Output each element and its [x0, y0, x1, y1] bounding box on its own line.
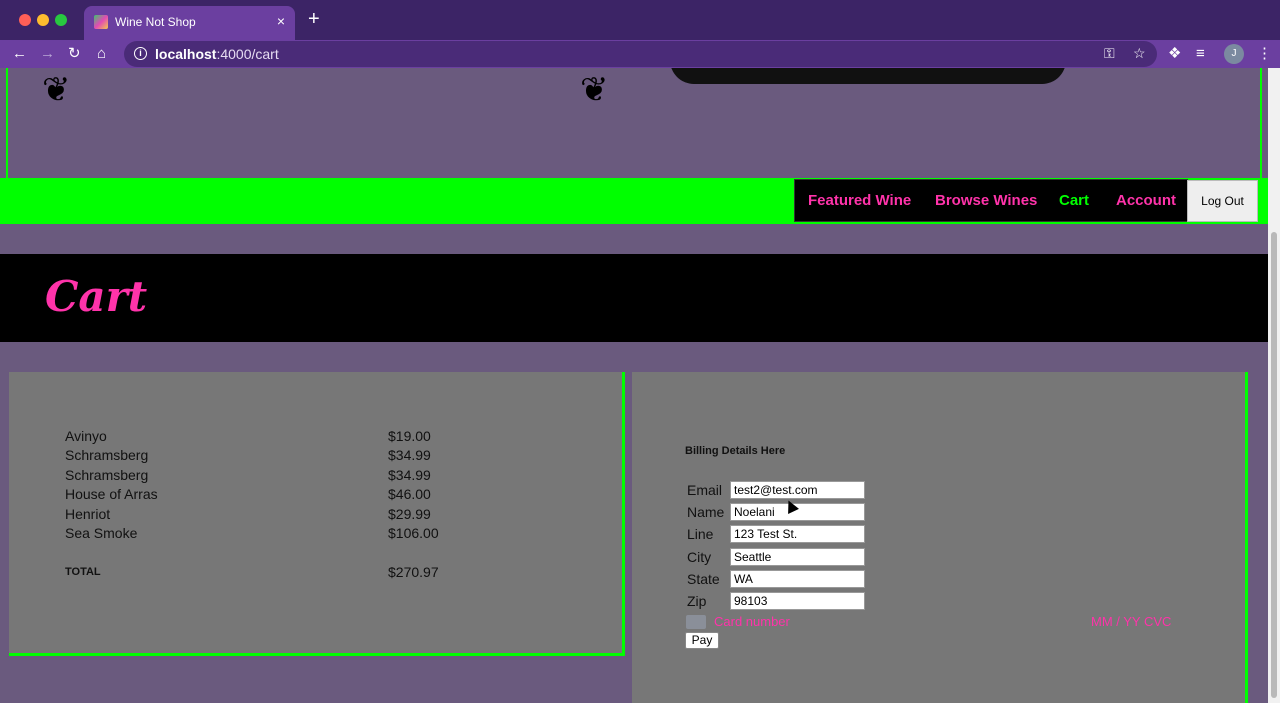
cart-item-price: $34.99 — [388, 467, 431, 483]
address-line-field[interactable] — [730, 525, 865, 543]
tab-title: Wine Not Shop — [115, 15, 196, 29]
billing-heading: Billing Details Here — [685, 445, 786, 457]
bookmark-star-icon[interactable]: ☆ — [1133, 45, 1146, 62]
total-label: TOTAL — [65, 566, 101, 578]
cart-item-name: Avinyo — [65, 428, 107, 444]
url-text[interactable]: localhost:4000/cart — [155, 46, 279, 62]
favicon-icon — [94, 15, 108, 29]
browser-toolbar: ← → ↻ ⌂ i localhost:4000/cart ⚿ ☆ ❖ ≡ J … — [0, 40, 1280, 68]
wine-bottle-graphic — [670, 68, 1066, 84]
nav-cart[interactable]: Cart — [1059, 192, 1089, 209]
logout-button[interactable]: Log Out — [1187, 180, 1258, 222]
site-info-icon[interactable]: i — [134, 47, 147, 60]
state-field[interactable] — [730, 570, 865, 588]
cart-item-price: $46.00 — [388, 486, 431, 502]
nav-browse-wines[interactable]: Browse Wines — [935, 192, 1037, 209]
cart-item-name: Sea Smoke — [65, 525, 138, 541]
forward-icon[interactable]: → — [40, 44, 55, 64]
password-key-icon[interactable]: ⚿ — [1104, 45, 1115, 62]
city-field[interactable] — [730, 548, 865, 566]
cart-item-price: $29.99 — [388, 506, 431, 522]
back-icon[interactable]: ← — [12, 44, 27, 64]
zip-label: Zip — [687, 593, 707, 609]
profile-avatar[interactable]: J — [1224, 44, 1244, 64]
maximize-window-button[interactable] — [55, 14, 67, 26]
fleur-icon: ❦ — [580, 71, 609, 109]
cart-item-name: Schramsberg — [65, 447, 149, 463]
address-bar[interactable]: i localhost:4000/cart ⚿ ☆ — [124, 41, 1157, 67]
cart-item-name: Schramsberg — [65, 467, 149, 483]
close-tab-icon[interactable]: × — [277, 13, 285, 29]
state-label: State — [687, 571, 720, 587]
total-value: $270.97 — [388, 564, 439, 580]
extensions-icon[interactable]: ❖ — [1168, 44, 1181, 64]
name-label: Name — [687, 504, 725, 520]
nav-links: Featured Wine Browse Wines Cart Account — [794, 179, 1188, 222]
hero-banner: ❦ ❦ — [6, 68, 1262, 178]
page-viewport: ❦ ❦ Featured Wine Browse Wines Cart Acco… — [0, 68, 1268, 703]
cart-item-price: $19.00 — [388, 428, 431, 444]
email-field[interactable] — [730, 481, 865, 499]
cart-item-name: House of Arras — [65, 486, 158, 502]
minimize-window-button[interactable] — [37, 14, 49, 26]
reload-icon[interactable]: ↻ — [68, 44, 81, 64]
billing-panel: Billing Details Here Email Name Line Cit… — [632, 372, 1248, 703]
city-label: City — [687, 549, 712, 565]
page-title: Cart — [45, 272, 148, 321]
page-scrollbar[interactable] — [1268, 68, 1280, 703]
navbar: Featured Wine Browse Wines Cart Account … — [0, 178, 1268, 224]
browser-tab-bar: Wine Not Shop × + — [0, 0, 1280, 40]
reading-list-icon[interactable]: ≡ — [1196, 44, 1205, 64]
cart-items-panel: Avinyo $19.00 Schramsberg $34.99 Schrams… — [9, 372, 625, 656]
credit-card-icon — [686, 615, 706, 629]
cart-item-price: $106.00 — [388, 525, 439, 541]
nav-account[interactable]: Account — [1116, 192, 1176, 209]
card-expiry-cvc-input[interactable]: MM / YY CVC — [1091, 614, 1171, 629]
email-label: Email — [687, 482, 723, 498]
browser-tab[interactable]: Wine Not Shop × — [84, 6, 295, 40]
scrollbar-thumb[interactable] — [1271, 232, 1277, 698]
new-tab-button[interactable]: + — [308, 9, 320, 29]
close-window-button[interactable] — [19, 14, 31, 26]
fleur-icon: ❦ — [42, 71, 71, 109]
card-number-input[interactable]: Card number — [714, 614, 790, 629]
url-path: :4000/cart — [216, 46, 279, 62]
cart-item-name: Henriot — [65, 506, 111, 522]
line-label: Line — [687, 526, 714, 542]
pay-button[interactable]: Pay — [685, 632, 719, 649]
cart-header: Cart — [0, 254, 1268, 342]
zip-field[interactable] — [730, 592, 865, 610]
cart-item-price: $34.99 — [388, 447, 431, 463]
menu-kebab-icon[interactable]: ⋮ — [1257, 44, 1272, 64]
nav-featured-wine[interactable]: Featured Wine — [808, 192, 911, 209]
home-icon[interactable]: ⌂ — [97, 44, 106, 64]
url-host: localhost — [155, 46, 217, 62]
